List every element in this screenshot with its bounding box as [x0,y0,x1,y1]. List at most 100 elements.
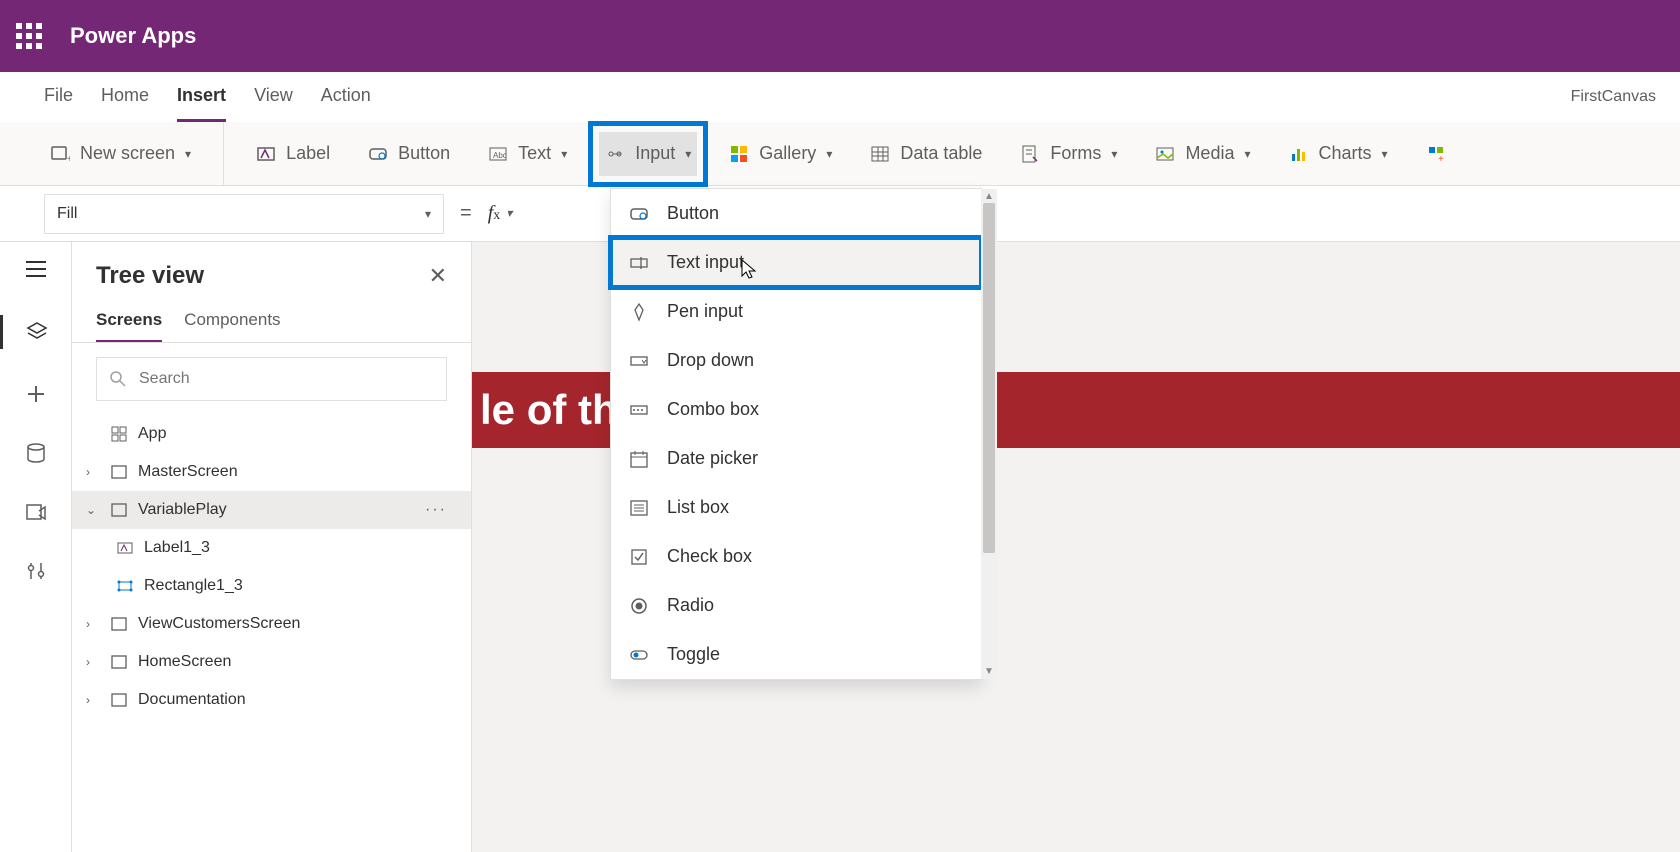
menu-home[interactable]: Home [101,72,149,122]
search-input[interactable] [137,369,434,389]
label-icon [256,144,276,164]
label-node-icon [116,539,134,557]
app-launcher-icon[interactable] [16,23,42,49]
input-button[interactable]: Input ▾ [599,132,697,176]
scroll-down-icon[interactable]: ▼ [984,666,994,677]
more-controls-button[interactable]: + [1420,132,1452,176]
mouse-cursor [740,258,758,285]
close-panel-button[interactable]: ✕ [429,263,447,289]
tree-node-viewcustomersscreen[interactable]: › ViewCustomersScreen [72,605,471,643]
new-screen-button[interactable]: + New screen ▾ [44,132,197,176]
media-rail-icon [25,501,47,523]
scrollbar-thumb[interactable] [983,203,995,553]
rectangle-node-icon [116,577,134,595]
input-dropdown: Button Text input Pen input Drop down Co… [610,188,982,680]
tree-node-rectangle1-3[interactable]: Rectangle1_3 [72,567,471,605]
collapse-icon[interactable]: ⌄ [86,503,100,517]
screen-icon [110,615,128,633]
button-button[interactable]: Button [362,132,456,176]
expand-icon[interactable]: › [86,655,100,669]
scroll-up-icon[interactable]: ▲ [984,191,994,202]
screen-icon [110,501,128,519]
new-screen-icon: + [50,144,70,164]
chevron-down-icon: ▾ [1382,147,1388,161]
chevron-down-icon: ▾ [425,207,431,221]
rail-insert[interactable] [25,383,47,408]
expand-icon[interactable]: › [86,465,100,479]
dropdown-item-toggle[interactable]: Toggle [611,630,981,679]
forms-button[interactable]: Forms ▾ [1014,132,1123,176]
charts-icon [1289,144,1309,164]
menu-action[interactable]: Action [321,72,371,122]
dropdown-item-radio[interactable]: Radio [611,581,981,630]
combobox-icon [629,400,649,420]
chevron-down-icon: ▾ [185,147,191,161]
pen-icon [629,302,649,322]
divider [223,122,224,185]
menu-view[interactable]: View [254,72,293,122]
charts-button[interactable]: Charts ▾ [1283,132,1394,176]
property-select[interactable]: Fill ▾ [44,194,444,234]
label-button[interactable]: Label [250,132,336,176]
forms-icon [1020,144,1040,164]
toggle-icon [629,645,649,665]
custom-icon: + [1426,144,1446,164]
tree-node-homescreen[interactable]: › HomeScreen [72,643,471,681]
dropdown-scrollbar[interactable]: ▲ ▼ [981,189,997,679]
panel-title: Tree view [96,262,204,290]
data-table-icon [870,144,890,164]
menu-insert[interactable]: Insert [177,72,226,122]
tree-node-label1-3[interactable]: Label1_3 [72,529,471,567]
tree-node-masterscreen[interactable]: › MasterScreen [72,453,471,491]
menu-file[interactable]: File [44,72,73,122]
fx-icon: fx [488,202,501,225]
dropdown-item-drop-down[interactable]: Drop down [611,336,981,385]
dropdown-item-combo-box[interactable]: Combo box [611,385,981,434]
text-button[interactable]: Abc Text ▾ [482,132,573,176]
media-button[interactable]: Media ▾ [1149,132,1256,176]
chevron-down-icon: ▾ [561,147,567,161]
rail-tools[interactable] [25,560,47,585]
expand-icon[interactable]: › [86,617,100,631]
chevron-down-icon: ▾ [826,147,832,161]
menu-bar: File Home Insert View Action FirstCanvas [0,72,1680,122]
dropdown-item-button[interactable]: Button [611,189,981,238]
dropdown-item-text-input[interactable]: Text input [611,238,981,287]
layers-icon [26,321,48,343]
tree: App › MasterScreen ⌄ VariablePlay ··· La… [72,415,471,719]
tab-components[interactable]: Components [184,302,280,342]
search-icon [109,370,127,388]
app-name: FirstCanvas [1571,88,1656,106]
left-rail [0,242,72,852]
dropdown-item-check-box[interactable]: Check box [611,532,981,581]
tab-screens[interactable]: Screens [96,302,162,342]
input-icon [605,144,625,164]
svg-text:+: + [1438,154,1444,164]
search-box[interactable] [96,357,447,401]
tree-node-app[interactable]: App [72,415,471,453]
tree-node-variableplay[interactable]: ⌄ VariablePlay ··· [72,491,471,529]
expand-icon[interactable]: › [86,693,100,707]
rail-data[interactable] [25,442,47,467]
data-table-button[interactable]: Data table [864,132,988,176]
tree-view-panel: Tree view ✕ Screens Components App › Mas… [72,242,472,852]
media-icon [1155,144,1175,164]
rail-media[interactable] [25,501,47,526]
screen-icon [110,653,128,671]
text-input-icon [629,253,649,273]
tree-node-documentation[interactable]: › Documentation [72,681,471,719]
dropdown-item-list-box[interactable]: List box [611,483,981,532]
hamburger-icon[interactable] [25,260,47,281]
rail-tree-view[interactable] [0,315,71,349]
dropdown-item-pen-input[interactable]: Pen input [611,287,981,336]
plus-icon [25,383,47,405]
product-title: Power Apps [70,23,196,49]
dropdown-item-date-picker[interactable]: Date picker [611,434,981,483]
gallery-button[interactable]: Gallery ▾ [723,132,838,176]
more-button[interactable]: ··· [425,501,447,519]
chevron-down-icon: ▾ [1244,147,1250,161]
fx-button[interactable]: fx ▾ [488,202,513,225]
checkbox-icon [629,547,649,567]
screen-icon [110,691,128,709]
chevron-down-icon: ▾ [1111,147,1117,161]
